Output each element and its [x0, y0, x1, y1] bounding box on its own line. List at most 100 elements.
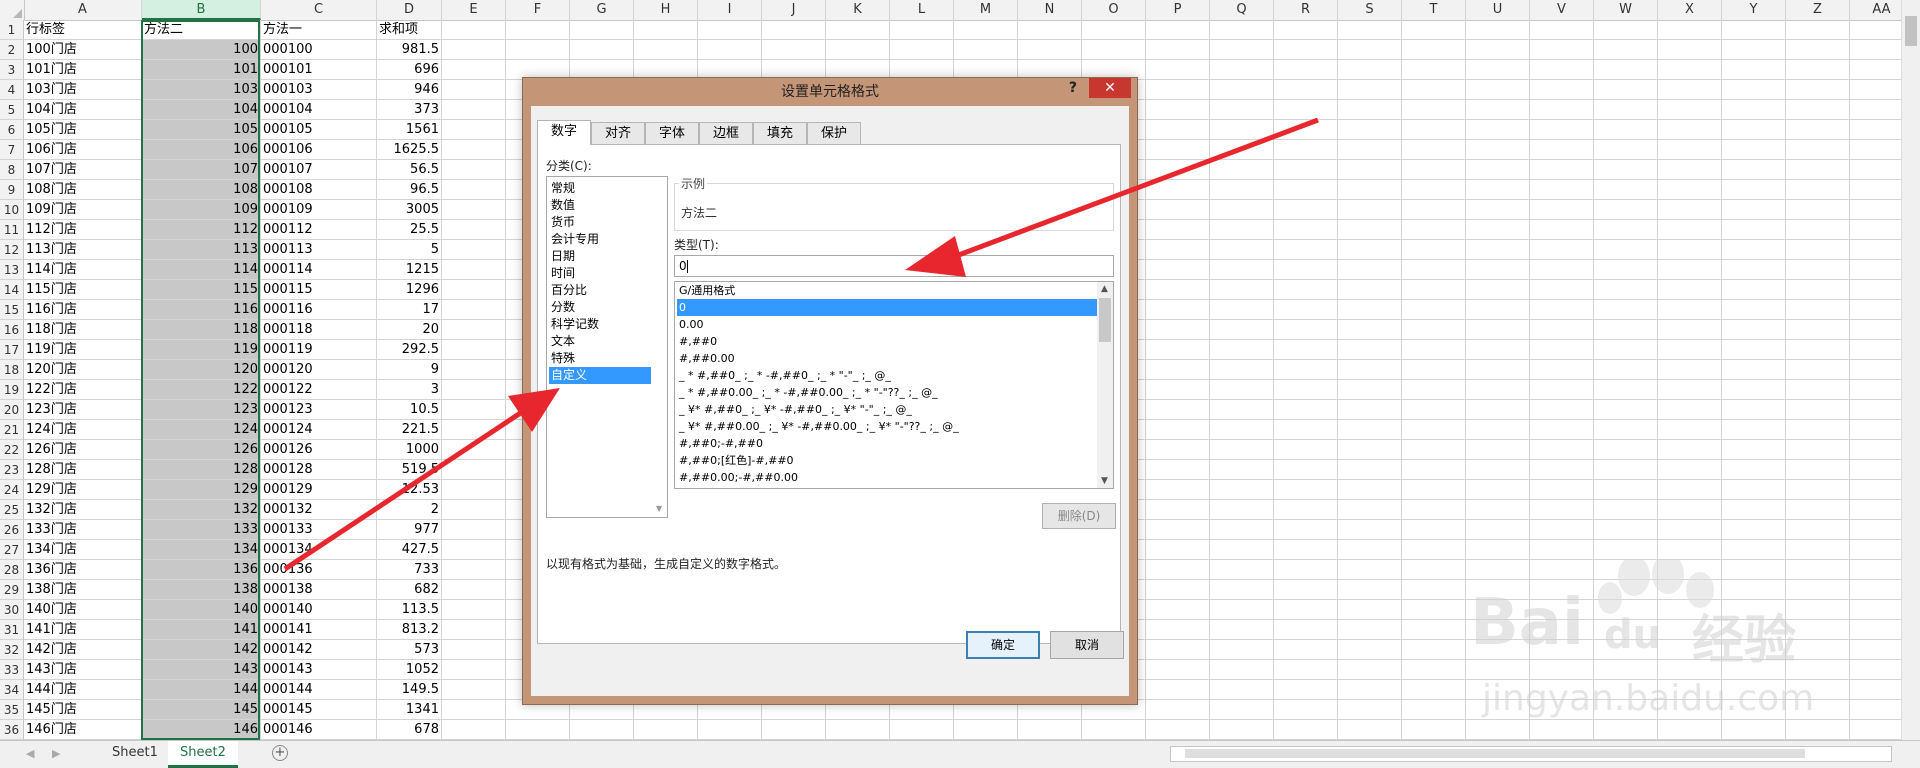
empty-cell[interactable]	[1146, 320, 1210, 340]
table-cell[interactable]: 000114	[261, 260, 377, 280]
empty-cell[interactable]	[1786, 300, 1850, 320]
empty-cell[interactable]	[506, 40, 570, 60]
table-cell[interactable]: 129门店	[24, 480, 142, 500]
category-item[interactable]: 科学记数	[549, 316, 651, 333]
empty-cell[interactable]	[826, 40, 890, 60]
empty-cell[interactable]	[1530, 320, 1594, 340]
cancel-button[interactable]: 取消	[1050, 631, 1124, 659]
empty-cell[interactable]	[1274, 120, 1338, 140]
table-cell[interactable]: 5	[377, 240, 442, 260]
category-item[interactable]: 数值	[549, 197, 651, 214]
row-header[interactable]: 8	[0, 160, 24, 180]
category-item[interactable]: 时间	[549, 265, 651, 282]
category-scrollbar[interactable]: ▼	[653, 177, 667, 517]
table-cell[interactable]: 138	[142, 580, 261, 600]
empty-cell[interactable]	[1338, 60, 1402, 80]
table-cell[interactable]: 000143	[261, 660, 377, 680]
tab-protection[interactable]: 保护	[807, 122, 861, 144]
empty-cell[interactable]	[1210, 640, 1274, 660]
empty-cell[interactable]	[1786, 500, 1850, 520]
table-cell[interactable]: 120门店	[24, 360, 142, 380]
empty-cell[interactable]	[442, 640, 506, 660]
table-cell[interactable]: 126	[142, 440, 261, 460]
empty-cell[interactable]	[442, 220, 506, 240]
empty-cell[interactable]	[1850, 320, 1902, 340]
table-cell[interactable]: 142	[142, 640, 261, 660]
empty-cell[interactable]	[1402, 260, 1466, 280]
empty-cell[interactable]	[1530, 280, 1594, 300]
table-cell[interactable]: 129	[142, 480, 261, 500]
empty-cell[interactable]	[1338, 160, 1402, 180]
empty-cell[interactable]	[442, 400, 506, 420]
header-cell[interactable]: 求和项	[377, 20, 442, 40]
empty-cell[interactable]	[1146, 160, 1210, 180]
table-cell[interactable]: 25.5	[377, 220, 442, 240]
table-cell[interactable]: 2	[377, 500, 442, 520]
empty-cell[interactable]	[1402, 160, 1466, 180]
empty-cell[interactable]	[1402, 360, 1466, 380]
empty-cell[interactable]	[1466, 360, 1530, 380]
table-cell[interactable]: 000123	[261, 400, 377, 420]
format-item[interactable]: #,##0;[红色]-#,##0	[677, 452, 1097, 469]
table-cell[interactable]: 134门店	[24, 540, 142, 560]
empty-cell[interactable]	[1210, 400, 1274, 420]
empty-cell[interactable]	[1210, 720, 1274, 740]
empty-cell[interactable]	[1658, 20, 1722, 40]
table-cell[interactable]: 115	[142, 280, 261, 300]
table-cell[interactable]: 373	[377, 100, 442, 120]
table-cell[interactable]: 292.5	[377, 340, 442, 360]
table-cell[interactable]: 149.5	[377, 680, 442, 700]
empty-cell[interactable]	[1274, 20, 1338, 40]
empty-cell[interactable]	[1146, 540, 1210, 560]
empty-cell[interactable]	[1850, 80, 1902, 100]
empty-cell[interactable]	[1786, 20, 1850, 40]
empty-cell[interactable]	[442, 240, 506, 260]
empty-cell[interactable]	[1786, 260, 1850, 280]
category-item[interactable]: 分数	[549, 299, 651, 316]
empty-cell[interactable]	[1146, 220, 1210, 240]
table-cell[interactable]: 000109	[261, 200, 377, 220]
empty-cell[interactable]	[1658, 320, 1722, 340]
empty-cell[interactable]	[698, 40, 762, 60]
empty-cell[interactable]	[1658, 200, 1722, 220]
row-header[interactable]: 27	[0, 540, 24, 560]
table-cell[interactable]: 123门店	[24, 400, 142, 420]
empty-cell[interactable]	[1722, 540, 1786, 560]
help-icon[interactable]: ?	[1069, 80, 1077, 96]
empty-cell[interactable]	[1338, 80, 1402, 100]
empty-cell[interactable]	[1338, 720, 1402, 740]
table-cell[interactable]: 133门店	[24, 520, 142, 540]
table-cell[interactable]: 1625.5	[377, 140, 442, 160]
empty-cell[interactable]	[1146, 560, 1210, 580]
table-cell[interactable]: 122门店	[24, 380, 142, 400]
empty-cell[interactable]	[1594, 60, 1658, 80]
empty-cell[interactable]	[1338, 40, 1402, 60]
empty-cell[interactable]	[1658, 300, 1722, 320]
empty-cell[interactable]	[1594, 480, 1658, 500]
empty-cell[interactable]	[1658, 280, 1722, 300]
vertical-scrollbar[interactable]	[1901, 0, 1920, 740]
empty-cell[interactable]	[1722, 340, 1786, 360]
row-header[interactable]: 7	[0, 140, 24, 160]
empty-cell[interactable]	[1146, 300, 1210, 320]
table-cell[interactable]: 113门店	[24, 240, 142, 260]
empty-cell[interactable]	[1402, 580, 1466, 600]
empty-cell[interactable]	[442, 300, 506, 320]
table-cell[interactable]: 119门店	[24, 340, 142, 360]
empty-cell[interactable]	[1338, 580, 1402, 600]
empty-cell[interactable]	[1594, 40, 1658, 60]
empty-cell[interactable]	[634, 720, 698, 740]
empty-cell[interactable]	[1274, 520, 1338, 540]
empty-cell[interactable]	[1146, 520, 1210, 540]
empty-cell[interactable]	[442, 560, 506, 580]
empty-cell[interactable]	[890, 720, 954, 740]
empty-cell[interactable]	[442, 120, 506, 140]
empty-cell[interactable]	[1722, 500, 1786, 520]
row-header[interactable]: 21	[0, 420, 24, 440]
table-cell[interactable]: 9	[377, 360, 442, 380]
empty-cell[interactable]	[1594, 280, 1658, 300]
category-item[interactable]: 会计专用	[549, 231, 651, 248]
empty-cell[interactable]	[442, 60, 506, 80]
empty-cell[interactable]	[762, 20, 826, 40]
empty-cell[interactable]	[1210, 80, 1274, 100]
